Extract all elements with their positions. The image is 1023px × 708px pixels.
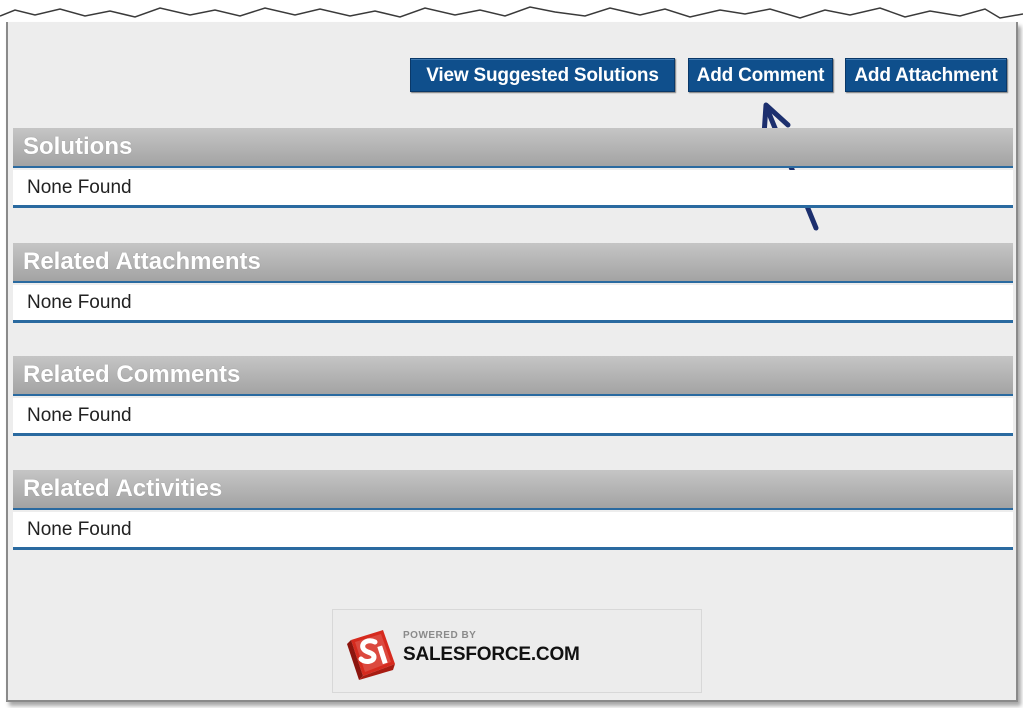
related-activities-section-header: Related Activities — [13, 470, 1013, 510]
related-comments-section-header: Related Comments — [13, 356, 1013, 396]
related-attachments-section-header: Related Attachments — [13, 243, 1013, 283]
solutions-section-header: Solutions — [13, 128, 1013, 168]
view-suggested-solutions-button[interactable]: View Suggested Solutions — [410, 58, 675, 92]
powered-by-label: POWERED BY — [403, 630, 477, 641]
powered-by-salesforce-badge[interactable]: POWERED BY SALESFORCE.COM — [332, 609, 702, 693]
add-comment-button[interactable]: Add Comment — [688, 58, 833, 92]
salesforce-logo-icon — [347, 630, 395, 680]
add-attachment-button[interactable]: Add Attachment — [845, 58, 1007, 92]
solutions-section-body: None Found — [13, 170, 1013, 208]
related-attachments-section-body: None Found — [13, 285, 1013, 323]
related-activities-section-body: None Found — [13, 512, 1013, 550]
salesforce-brand-label: SALESFORCE.COM — [403, 644, 580, 665]
related-comments-section-body: None Found — [13, 398, 1013, 436]
